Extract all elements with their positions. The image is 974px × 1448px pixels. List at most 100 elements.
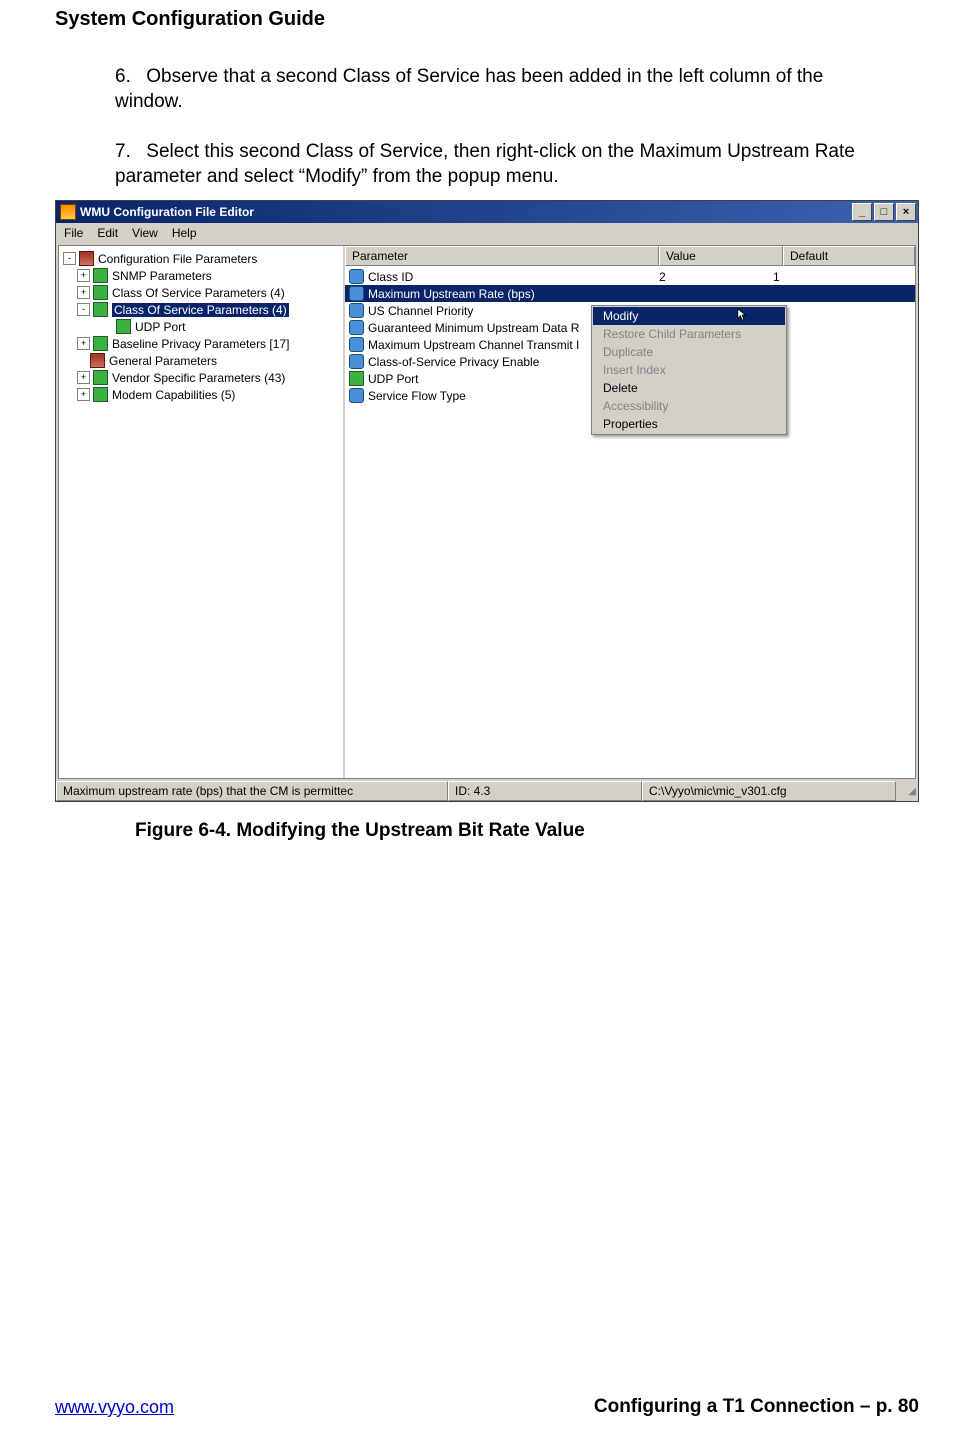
ctx-modify[interactable]: Modify — [593, 307, 785, 325]
maximize-button[interactable]: □ — [874, 203, 894, 221]
cell-param: Maximum Upstream Channel Transmit I — [368, 338, 579, 352]
param-icon — [116, 319, 131, 334]
param-icon — [93, 387, 108, 402]
header-parameter[interactable]: Parameter — [345, 246, 659, 266]
folder-icon — [90, 353, 105, 368]
step-6-text: Observe that a second Class of Service h… — [115, 66, 823, 112]
titlebar[interactable]: WMU Configuration File Editor _ □ × — [56, 201, 918, 223]
list-row-max-upstream[interactable]: Maximum Upstream Rate (bps) — [345, 285, 915, 302]
mouse-cursor-icon — [736, 308, 750, 325]
ctx-duplicate: Duplicate — [593, 343, 785, 361]
cell-param: Class ID — [368, 270, 413, 284]
tree-item-baseline[interactable]: + Baseline Privacy Parameters [17] — [61, 335, 341, 352]
param-icon — [349, 286, 364, 301]
tree-item-general[interactable]: General Parameters — [61, 352, 341, 369]
context-menu: Modify Restore Child Parameters Duplicat… — [591, 305, 787, 435]
expand-icon[interactable]: + — [77, 286, 90, 299]
ctx-label: Modify — [603, 309, 638, 323]
menu-file[interactable]: File — [64, 226, 83, 240]
tree-root-label: Configuration File Parameters — [98, 252, 257, 266]
ctx-restore: Restore Child Parameters — [593, 325, 785, 343]
tree-item-udp-port[interactable]: UDP Port — [61, 318, 341, 335]
collapse-icon[interactable]: - — [63, 252, 76, 265]
ctx-label: Delete — [603, 381, 638, 395]
cell-param: Class-of-Service Privacy Enable — [368, 355, 539, 369]
step-6-number: 6. — [115, 65, 141, 90]
tree-item-snmp[interactable]: + SNMP Parameters — [61, 267, 341, 284]
menu-help[interactable]: Help — [172, 226, 197, 240]
list-header: Parameter Value Default — [345, 246, 915, 266]
folder-icon — [79, 251, 94, 266]
cell-param: Guaranteed Minimum Upstream Data R — [368, 321, 579, 335]
app-icon — [60, 204, 76, 220]
menu-view[interactable]: View — [132, 226, 158, 240]
expand-icon[interactable]: + — [77, 388, 90, 401]
cell-default: 1 — [769, 270, 915, 284]
list-body[interactable]: Class ID 2 1 Maximum Upstream Rate (bps)… — [345, 266, 915, 778]
tree-label: General Parameters — [109, 354, 217, 368]
header-value[interactable]: Value — [659, 246, 783, 266]
list-pane: Parameter Value Default Class ID 2 1 Max… — [345, 246, 915, 778]
status-desc: Maximum upstream rate (bps) that the CM … — [56, 781, 448, 801]
step-6: 6. Observe that a second Class of Servic… — [115, 65, 875, 114]
param-icon — [93, 268, 108, 283]
ctx-properties[interactable]: Properties — [593, 415, 785, 433]
tree-item-modem[interactable]: + Modem Capabilities (5) — [61, 386, 341, 403]
status-path: C:\Vyyo\mic\mic_v301.cfg — [642, 781, 896, 801]
param-icon — [349, 337, 364, 352]
ctx-label: Restore Child Parameters — [603, 327, 741, 341]
param-icon — [349, 320, 364, 335]
client-area: - Configuration File Parameters + SNMP P… — [58, 245, 916, 779]
param-icon — [93, 370, 108, 385]
cell-value: 2 — [655, 270, 769, 284]
param-icon — [349, 354, 364, 369]
ctx-insert-index: Insert Index — [593, 361, 785, 379]
ctx-label: Insert Index — [603, 363, 666, 377]
expand-icon[interactable]: + — [77, 269, 90, 282]
tree-label: Vendor Specific Parameters (43) — [112, 371, 285, 385]
footer-page-info: Configuring a T1 Connection – p. 80 — [594, 1396, 919, 1418]
param-icon — [349, 388, 364, 403]
tree-item-cos-2[interactable]: - Class Of Service Parameters (4) — [61, 301, 341, 318]
statusbar: Maximum upstream rate (bps) that the CM … — [56, 781, 918, 801]
param-icon — [93, 336, 108, 351]
page-header: System Configuration Guide — [55, 8, 325, 31]
tree-item-vendor[interactable]: + Vendor Specific Parameters (43) — [61, 369, 341, 386]
header-default[interactable]: Default — [783, 246, 915, 266]
ctx-label: Duplicate — [603, 345, 653, 359]
cell-param: Maximum Upstream Rate (bps) — [368, 287, 535, 301]
close-button[interactable]: × — [896, 203, 916, 221]
app-window: WMU Configuration File Editor _ □ × File… — [55, 200, 919, 802]
tree-pane[interactable]: - Configuration File Parameters + SNMP P… — [59, 246, 345, 778]
ctx-label: Properties — [603, 417, 658, 431]
param-icon — [93, 285, 108, 300]
tree-label: Class Of Service Parameters (4) — [112, 286, 285, 300]
cell-param: US Channel Priority — [368, 304, 473, 318]
tree-label: Baseline Privacy Parameters [17] — [112, 337, 289, 351]
list-row-class-id[interactable]: Class ID 2 1 — [345, 268, 915, 285]
expand-icon[interactable]: + — [77, 371, 90, 384]
footer-url[interactable]: www.vyyo.com — [55, 1397, 174, 1418]
param-icon — [349, 303, 364, 318]
ctx-delete[interactable]: Delete — [593, 379, 785, 397]
resize-grip-icon[interactable]: ◢ — [896, 784, 918, 799]
tree-label: UDP Port — [135, 320, 185, 334]
tree-label: Class Of Service Parameters (4) — [112, 303, 289, 317]
minimize-button[interactable]: _ — [852, 203, 872, 221]
menubar: File Edit View Help — [56, 223, 918, 243]
ctx-label: Accessibility — [603, 399, 668, 413]
expand-icon[interactable]: + — [77, 337, 90, 350]
menu-edit[interactable]: Edit — [97, 226, 118, 240]
figure-caption: Figure 6-4. Modifying the Upstream Bit R… — [135, 820, 585, 842]
ctx-accessibility: Accessibility — [593, 397, 785, 415]
tree-root[interactable]: - Configuration File Parameters — [61, 250, 341, 267]
step-7-number: 7. — [115, 140, 141, 165]
tree-item-cos-1[interactable]: + Class Of Service Parameters (4) — [61, 284, 341, 301]
cell-param: UDP Port — [368, 372, 418, 386]
status-id: ID: 4.3 — [448, 781, 642, 801]
cell-param: Service Flow Type — [368, 389, 466, 403]
window-title: WMU Configuration File Editor — [80, 205, 254, 219]
tree-label: Modem Capabilities (5) — [112, 388, 235, 402]
param-icon — [349, 269, 364, 284]
collapse-icon[interactable]: - — [77, 303, 90, 316]
